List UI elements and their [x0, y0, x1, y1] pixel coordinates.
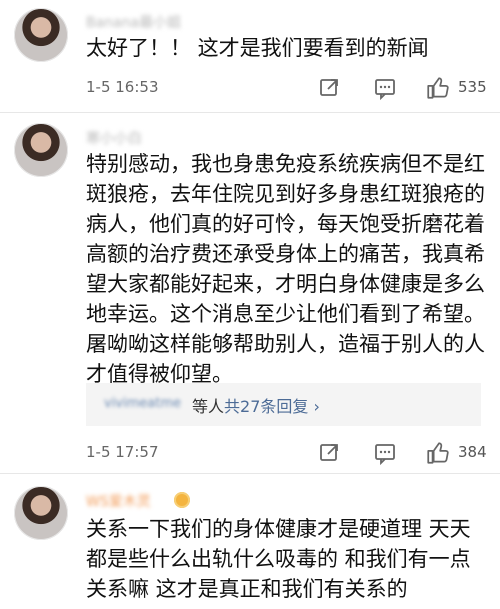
like-button[interactable] [425, 75, 451, 101]
avatar[interactable] [14, 123, 68, 177]
share-icon [320, 79, 338, 96]
reply-prefix: 等人 [192, 397, 225, 416]
like-count: 384 [458, 443, 487, 461]
avatar[interactable] [14, 8, 68, 62]
comment-text: 太好了！！ 这才是我们要看到的新闻 [86, 36, 429, 60]
vip-badge-icon [174, 492, 190, 508]
comment-icon [375, 79, 395, 101]
comment-text: 特别感动，我也身患免疫系统疾病但不是红斑狼疮，去年住院见到好多身患红斑狼疮的病人… [86, 152, 485, 386]
avatar[interactable] [14, 486, 68, 540]
thumbs-up-icon [427, 442, 449, 464]
comment-2: 寒小小白 特别感动，我也身患免疫系统疾病但不是红斑狼疮，去年住院见到好多身患红斑… [0, 113, 500, 473]
comment-icon [375, 444, 395, 466]
reply-user[interactable]: vivimeatme [104, 396, 181, 411]
comment-button[interactable] [373, 442, 397, 468]
reply-summary-text: 等人共27条回复 › [192, 393, 320, 417]
reply-summary[interactable]: vivimeatme 等人共27条回复 › [86, 383, 481, 426]
view-replies-link[interactable]: 共27条回复 › [224, 397, 320, 416]
comment-3: WS爱木灵 关系一下我们的身体健康才是硬道理 天天都是些什么出轨什么吸毒的 和我… [0, 474, 500, 609]
like-button[interactable] [425, 440, 451, 466]
comment-time: 1-5 16:53 [86, 78, 159, 96]
comment-time: 1-5 17:57 [86, 443, 159, 461]
comment-username[interactable]: 寒小小白 [86, 128, 142, 148]
comment-username[interactable]: WS爱木灵 [86, 491, 151, 511]
comment-text: 关系一下我们的身体健康才是硬道理 天天都是些什么出轨什么吸毒的 和我们有一点关系… [86, 517, 471, 601]
share-icon [320, 444, 338, 461]
like-count: 535 [458, 78, 487, 96]
share-button[interactable] [318, 441, 342, 467]
comment-button[interactable] [373, 77, 397, 103]
share-button[interactable] [318, 76, 342, 102]
comment-1: Banana最小姐 太好了！！ 这才是我们要看到的新闻 1-5 16:53 53… [0, 0, 500, 112]
thumbs-up-icon [427, 77, 449, 99]
comment-username[interactable]: Banana最小姐 [86, 12, 181, 32]
